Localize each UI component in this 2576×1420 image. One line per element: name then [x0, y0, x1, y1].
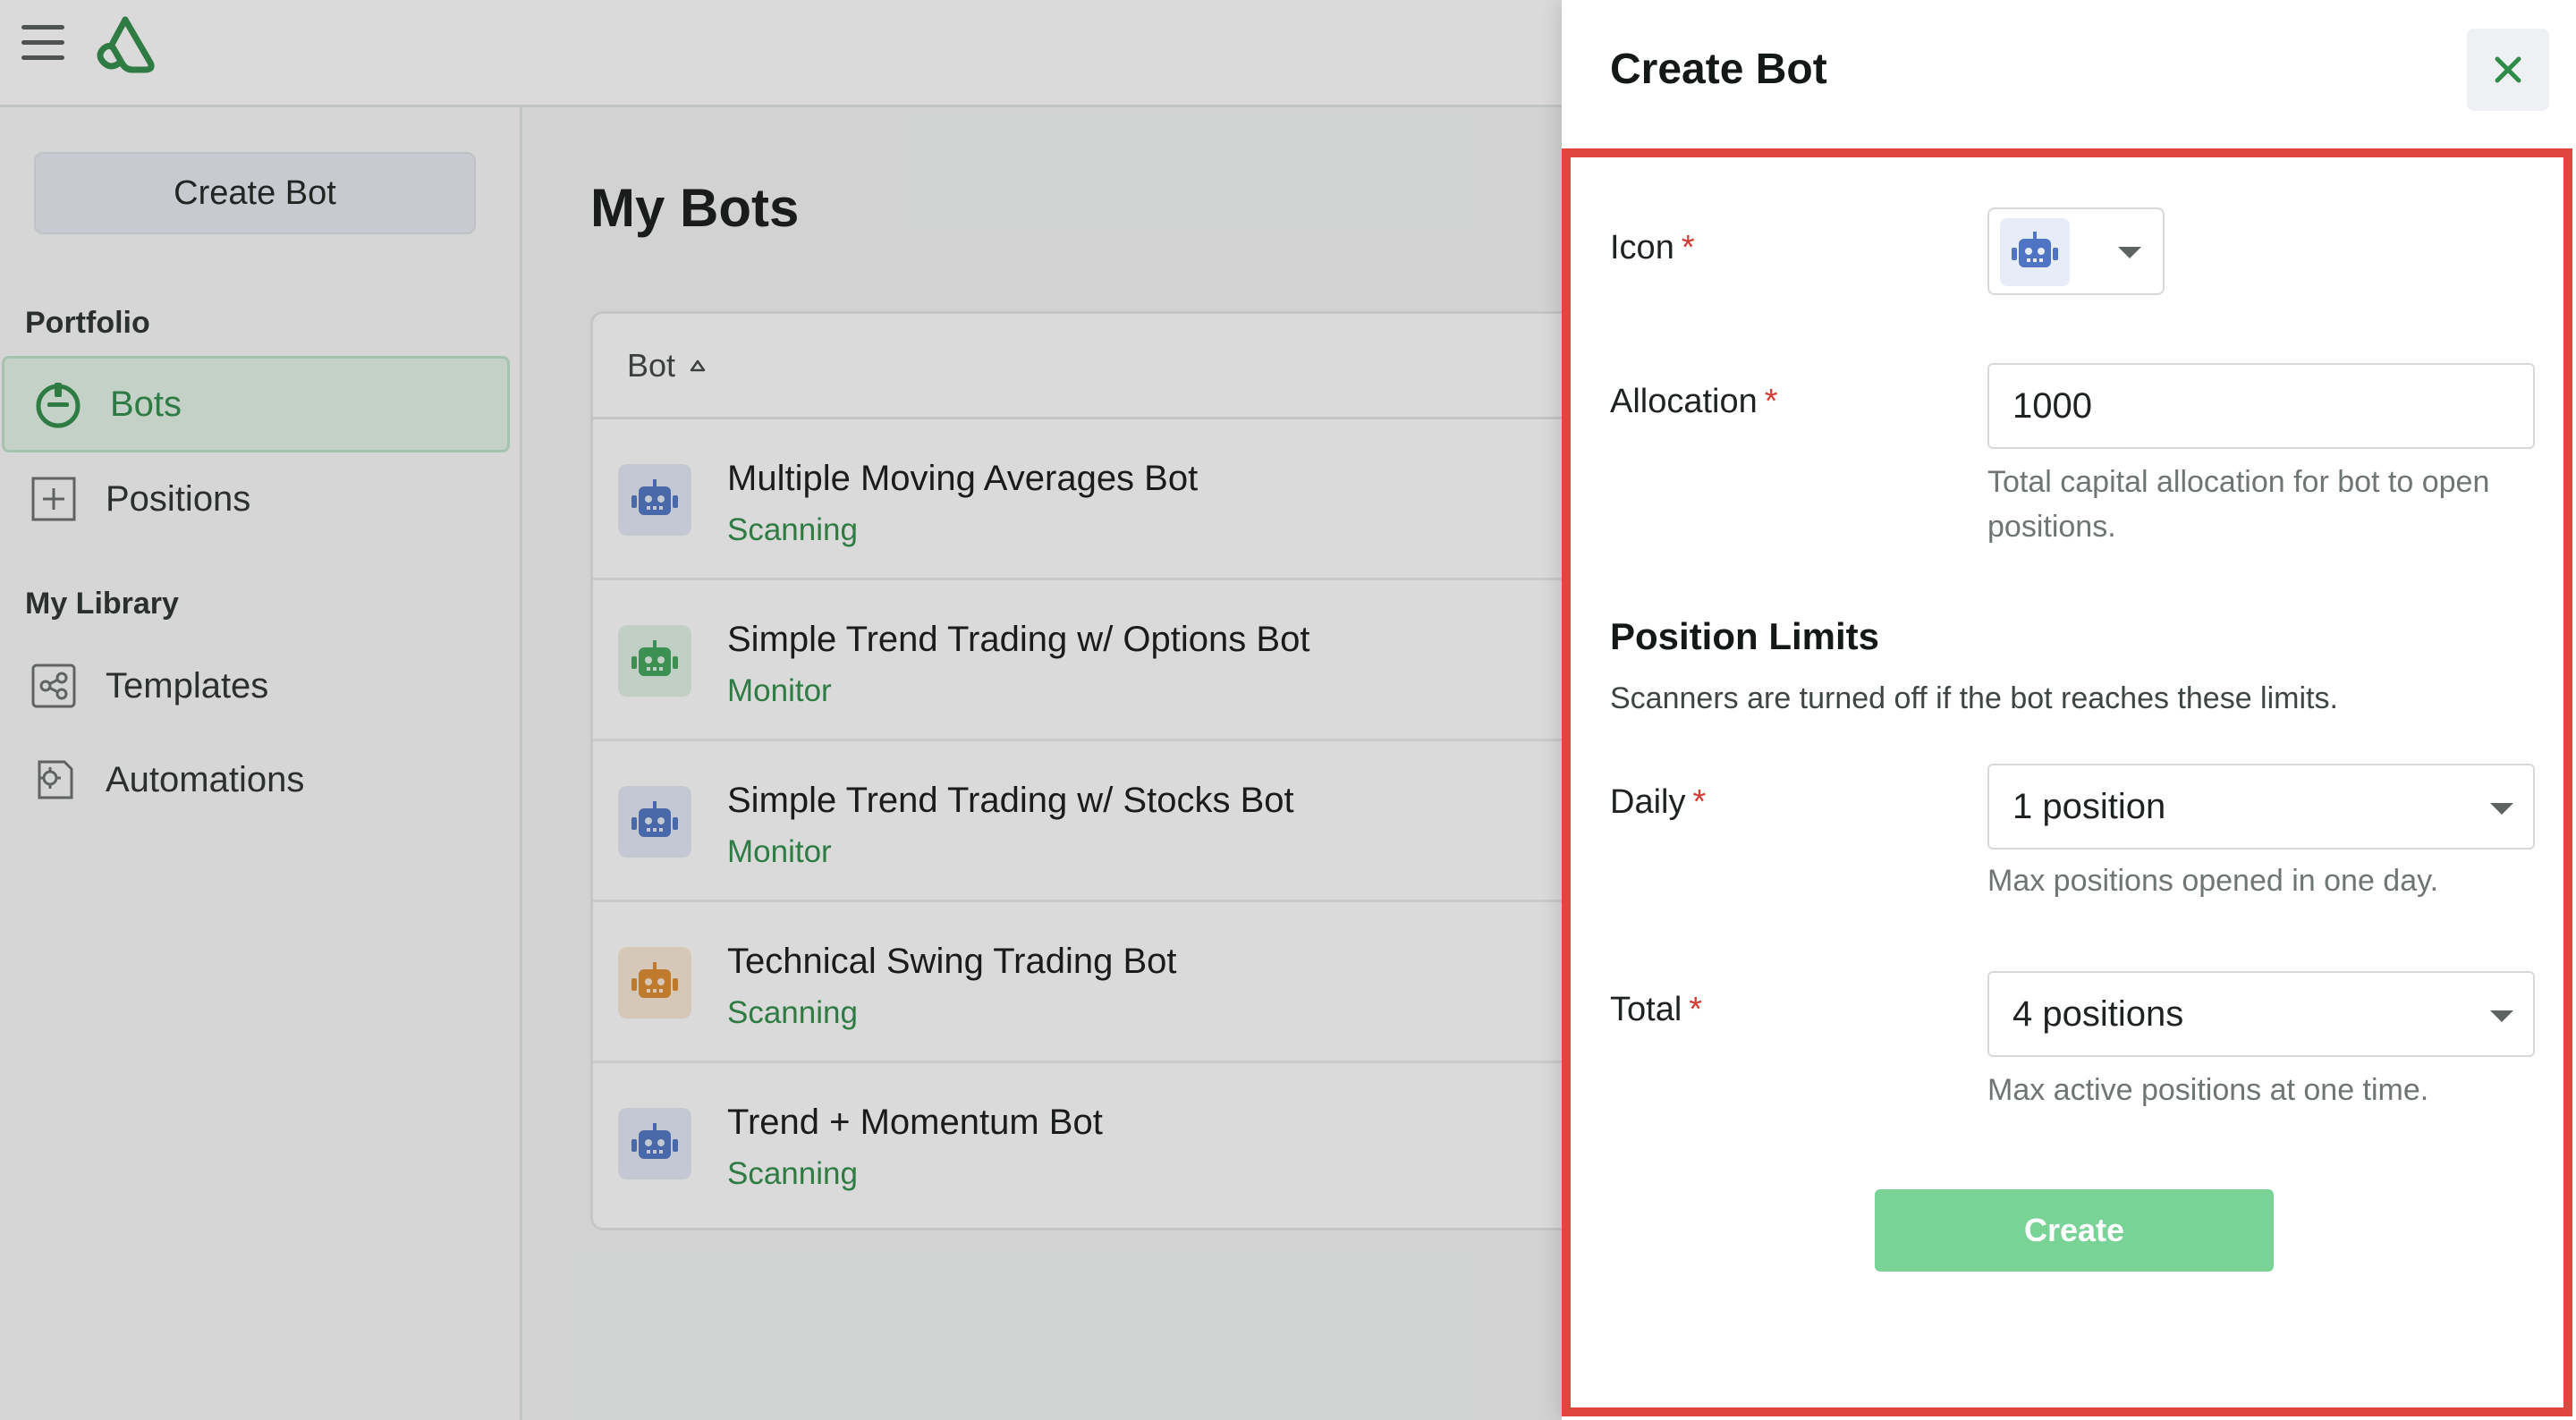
total-label: Total *: [1610, 991, 1702, 1029]
total-limit-value: 4 positions: [2012, 993, 2184, 1034]
robot-icon: [2000, 218, 2070, 286]
required-marker: *: [1681, 229, 1695, 266]
allocation-input[interactable]: 1000: [1987, 363, 2535, 449]
daily-help-text: Max positions opened in one day.: [1987, 864, 2439, 898]
total-help-text: Max active positions at one time.: [1987, 1073, 2429, 1107]
drawer-title: Create Bot: [1610, 46, 1827, 93]
close-button[interactable]: [2467, 29, 2549, 111]
allocation-label: Allocation *: [1610, 383, 1778, 421]
daily-limit-select[interactable]: 1 position: [1987, 764, 2535, 849]
close-icon: [2495, 56, 2521, 83]
daily-label-text: Daily: [1610, 783, 1686, 821]
required-marker: *: [1689, 991, 1703, 1028]
required-marker: *: [1692, 783, 1707, 821]
position-limits-description: Scanners are turned off if the bot reach…: [1610, 681, 2338, 715]
chevron-down-icon: [2490, 803, 2513, 815]
daily-label: Daily *: [1610, 783, 1706, 822]
allocation-label-text: Allocation: [1610, 383, 1758, 420]
create-button[interactable]: Create: [1875, 1189, 2274, 1272]
total-label-text: Total: [1610, 991, 1682, 1028]
icon-label-text: Icon: [1610, 229, 1674, 266]
icon-label: Icon *: [1610, 229, 1695, 267]
chevron-down-icon: [2490, 1010, 2513, 1022]
daily-limit-value: 1 position: [2012, 786, 2166, 826]
position-limits-title: Position Limits: [1610, 615, 1880, 657]
allocation-help-text: Total capital allocation for bot to open…: [1987, 465, 2490, 544]
icon-dropdown[interactable]: [1987, 207, 2165, 295]
required-marker: *: [1764, 383, 1778, 420]
chevron-down-icon: [2118, 247, 2141, 258]
total-limit-select[interactable]: 4 positions: [1987, 971, 2535, 1057]
create-bot-drawer: Create Bot Icon * Allocation * 1000 Total …: [1562, 0, 2576, 1420]
